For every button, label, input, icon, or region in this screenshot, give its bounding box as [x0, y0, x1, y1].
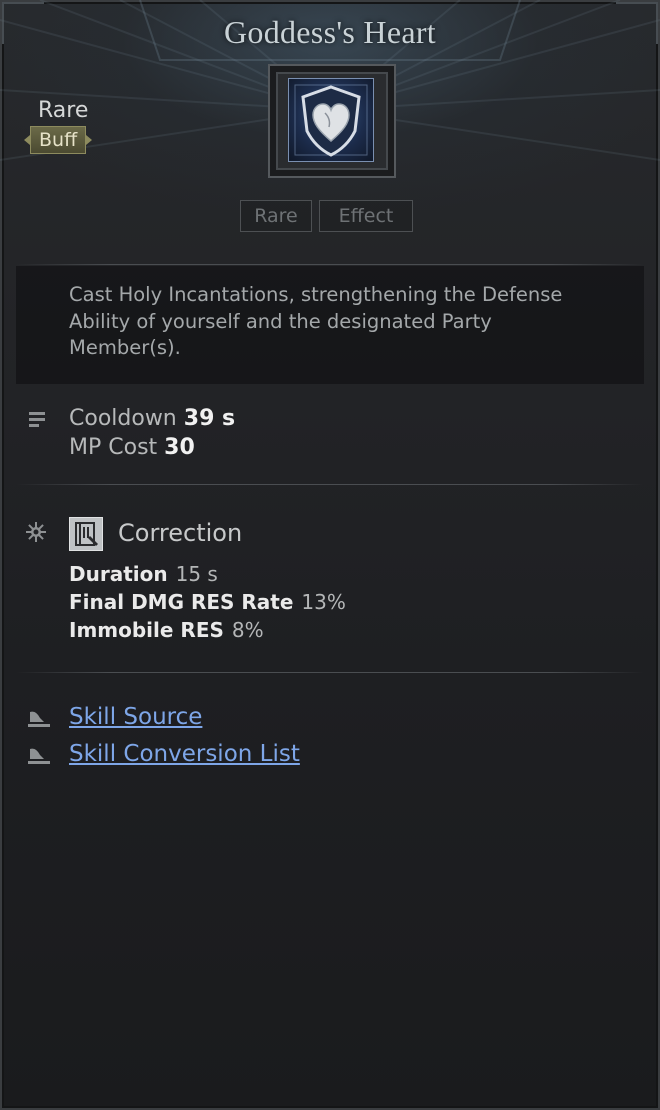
list-icon	[29, 412, 45, 427]
cooldown-value: 39 s	[183, 406, 236, 431]
skill-conversion-list-link[interactable]: Skill Conversion List	[69, 741, 300, 767]
skill-tooltip-panel: Goddess's Heart Rare Buff Rare Effect Ca…	[0, 0, 660, 1110]
skill-title: Goddess's Heart	[224, 14, 436, 50]
skill-icon-frame	[268, 64, 396, 178]
skill-description: Cast Holy Incantations, strengthening th…	[69, 283, 563, 359]
heart-shield-icon	[288, 78, 374, 162]
correction-value: 15 s	[175, 562, 218, 586]
skill-source-link[interactable]: Skill Source	[69, 704, 202, 730]
mp-cost-row: MP Cost 30	[69, 435, 195, 460]
divider	[16, 264, 644, 265]
divider	[16, 672, 644, 673]
correction-label: Final DMG RES Rate	[69, 590, 294, 614]
gear-icon	[26, 522, 46, 542]
correction-title: Correction	[118, 519, 243, 547]
correction-row: Immobile RES 8%	[69, 618, 264, 642]
rarity-label: Rare	[38, 98, 89, 123]
correction-value: 8%	[231, 618, 264, 642]
skill-type-badge: Buff	[23, 126, 93, 154]
correction-row: Final DMG RES Rate 13%	[69, 590, 346, 614]
correction-label: Duration	[69, 562, 168, 586]
correction-value: 13%	[301, 590, 346, 614]
description-box: Cast Holy Incantations, strengthening th…	[16, 266, 644, 384]
correction-row: Duration 15 s	[69, 562, 218, 586]
correction-label: Immobile RES	[69, 618, 224, 642]
cooldown-row: Cooldown 39 s	[69, 406, 235, 431]
tag-rare: Rare	[240, 200, 312, 232]
quill-icon	[28, 748, 50, 764]
divider	[16, 484, 644, 485]
mp-cost-label: MP Cost	[69, 435, 158, 460]
quill-icon	[28, 711, 50, 727]
spellbook-icon	[69, 517, 103, 551]
mp-cost-value: 30	[164, 435, 195, 460]
cooldown-label: Cooldown	[69, 406, 177, 431]
tag-effect: Effect	[319, 200, 413, 232]
